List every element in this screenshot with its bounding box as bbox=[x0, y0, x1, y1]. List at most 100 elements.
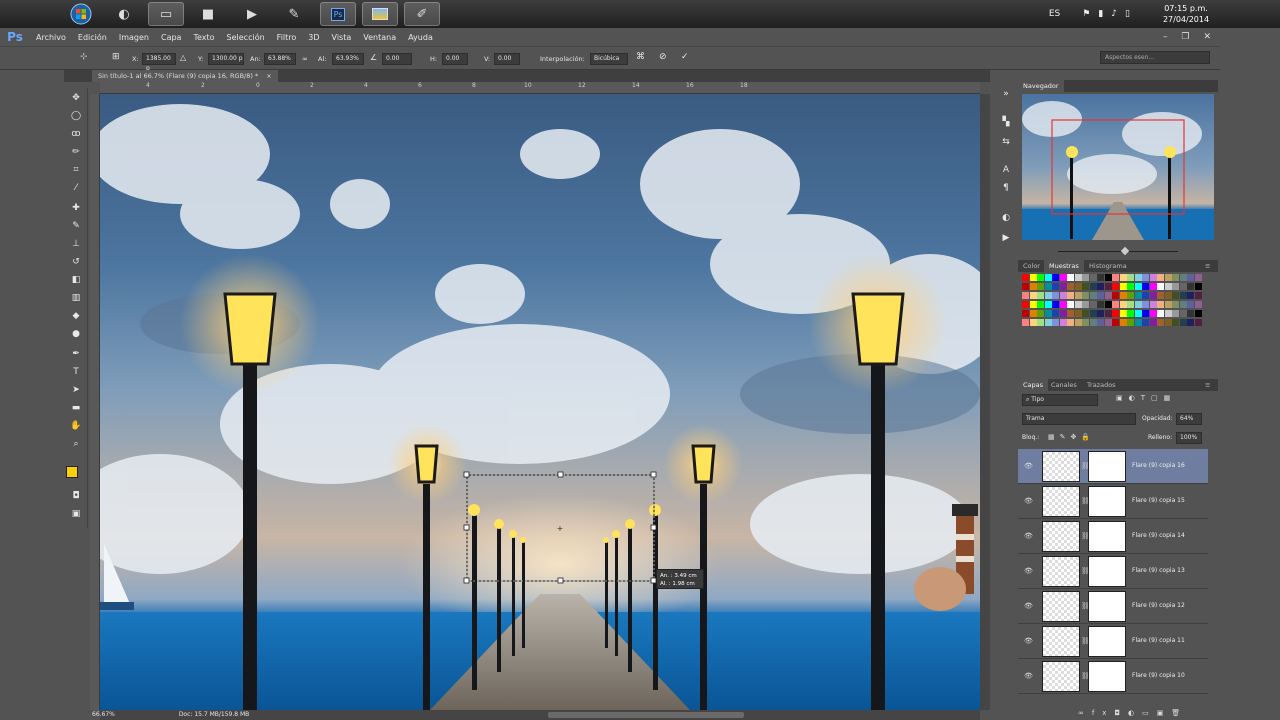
swatch[interactable] bbox=[1052, 301, 1059, 308]
swatch[interactable] bbox=[1074, 310, 1082, 317]
swatch[interactable] bbox=[1187, 283, 1194, 290]
swatch[interactable] bbox=[1179, 319, 1187, 326]
opacity-field[interactable]: 64% bbox=[1176, 413, 1202, 425]
swatch[interactable] bbox=[1172, 274, 1179, 281]
swatch[interactable] bbox=[1112, 292, 1119, 299]
relative-position-icon[interactable]: △ bbox=[180, 53, 186, 62]
swatch[interactable] bbox=[1082, 292, 1089, 299]
eraser-tool-icon[interactable]: ◧ bbox=[70, 274, 82, 286]
swatch[interactable] bbox=[1119, 310, 1127, 317]
dodge-tool-icon[interactable]: ● bbox=[70, 328, 82, 340]
layers-footer-icons[interactable]: ∞fx◘◐▭▣🗑 bbox=[1078, 709, 1188, 717]
scrollbar-thumb[interactable] bbox=[548, 712, 744, 718]
pen-tool-icon[interactable]: ✒ bbox=[70, 348, 82, 360]
swatch[interactable] bbox=[1194, 274, 1202, 281]
shape-tool-icon[interactable]: ▬ bbox=[70, 402, 82, 414]
swatch[interactable] bbox=[1164, 292, 1172, 299]
image-viewer-icon[interactable] bbox=[362, 2, 398, 26]
x-field[interactable]: 1385.00 p bbox=[142, 53, 176, 72]
navigator-preview[interactable] bbox=[1022, 94, 1214, 240]
swatch[interactable] bbox=[1172, 292, 1179, 299]
swatch[interactable] bbox=[1037, 283, 1044, 290]
swatch[interactable] bbox=[1044, 292, 1052, 299]
swatch[interactable] bbox=[1164, 301, 1172, 308]
swatch[interactable] bbox=[1022, 310, 1029, 317]
swatch[interactable] bbox=[1029, 301, 1037, 308]
swatch[interactable] bbox=[1164, 283, 1172, 290]
swatch[interactable] bbox=[1194, 319, 1202, 326]
swatch[interactable] bbox=[1194, 310, 1202, 317]
swatch[interactable] bbox=[1127, 310, 1134, 317]
swatch[interactable] bbox=[1097, 292, 1104, 299]
app-icon-1[interactable]: ◐ bbox=[106, 2, 142, 26]
menu-edicion[interactable]: Edición bbox=[72, 33, 113, 42]
media-player-icon[interactable]: ▶ bbox=[234, 2, 270, 26]
swatch[interactable] bbox=[1097, 301, 1104, 308]
swatch[interactable] bbox=[1089, 310, 1097, 317]
swatch[interactable] bbox=[1059, 274, 1067, 281]
swatch[interactable] bbox=[1029, 292, 1037, 299]
swatch[interactable] bbox=[1164, 274, 1172, 281]
foreground-color-swatch[interactable] bbox=[66, 466, 78, 478]
tab-paths[interactable]: Trazados bbox=[1082, 379, 1121, 391]
swatch[interactable] bbox=[1044, 283, 1052, 290]
swatch[interactable] bbox=[1179, 292, 1187, 299]
swatch[interactable] bbox=[1134, 274, 1142, 281]
swatch[interactable] bbox=[1179, 274, 1187, 281]
swatch[interactable] bbox=[1022, 274, 1029, 281]
swatch[interactable] bbox=[1067, 274, 1074, 281]
transform-tool-icon[interactable]: ⊹ bbox=[80, 52, 88, 62]
layer-mask-thumbnail[interactable] bbox=[1088, 451, 1126, 482]
show-desktop[interactable] bbox=[1216, 0, 1280, 28]
swatch[interactable] bbox=[1179, 310, 1187, 317]
layer-name[interactable]: Flare (9) copia 16 bbox=[1132, 462, 1185, 469]
menu-ventana[interactable]: Ventana bbox=[357, 33, 402, 42]
menu-ayuda[interactable]: Ayuda bbox=[402, 33, 439, 42]
swatch[interactable] bbox=[1074, 301, 1082, 308]
swatch[interactable] bbox=[1134, 310, 1142, 317]
interpolation-select[interactable]: Bicúbica bbox=[590, 53, 628, 65]
warp-mode-icon[interactable]: ⌘ bbox=[636, 52, 645, 62]
menu-texto[interactable]: Texto bbox=[187, 33, 220, 42]
visibility-eye-icon[interactable]: 👁 bbox=[1024, 567, 1034, 575]
swatch[interactable] bbox=[1187, 310, 1194, 317]
workspace-select[interactable]: Aspectos esen... bbox=[1100, 51, 1210, 64]
layer-mask-thumbnail[interactable] bbox=[1088, 591, 1126, 622]
layer-mask-thumbnail[interactable] bbox=[1088, 556, 1126, 587]
swatch[interactable] bbox=[1074, 274, 1082, 281]
swatch[interactable] bbox=[1052, 283, 1059, 290]
layer-mask-thumbnail[interactable] bbox=[1088, 521, 1126, 552]
y-field[interactable]: 1300.00 p bbox=[208, 53, 244, 65]
swatch[interactable] bbox=[1037, 292, 1044, 299]
close-icon[interactable]: ✕ bbox=[1203, 32, 1211, 42]
swatch[interactable] bbox=[1187, 319, 1194, 326]
swatch[interactable] bbox=[1112, 301, 1119, 308]
visibility-eye-icon[interactable]: 👁 bbox=[1024, 672, 1034, 680]
swatch[interactable] bbox=[1112, 310, 1119, 317]
swatch[interactable] bbox=[1119, 319, 1127, 326]
swatch[interactable] bbox=[1157, 274, 1164, 281]
layer-mask-thumbnail[interactable] bbox=[1088, 661, 1126, 692]
doc-info[interactable]: Doc: 15.7 MB/159.8 MB bbox=[179, 711, 249, 718]
swatch[interactable] bbox=[1119, 283, 1127, 290]
swatch[interactable] bbox=[1029, 283, 1037, 290]
fill-field[interactable]: 100% bbox=[1176, 432, 1202, 444]
visibility-eye-icon[interactable]: 👁 bbox=[1024, 497, 1034, 505]
swatch[interactable] bbox=[1142, 283, 1149, 290]
zoom-tool-icon[interactable]: ⌕ bbox=[70, 438, 82, 450]
swatch[interactable] bbox=[1157, 301, 1164, 308]
minimize-icon[interactable]: – bbox=[1163, 32, 1168, 42]
layer-name[interactable]: Flare (9) copia 14 bbox=[1132, 532, 1185, 539]
menu-capa[interactable]: Capa bbox=[155, 33, 187, 42]
layer-mask-thumbnail[interactable] bbox=[1088, 486, 1126, 517]
commit-transform-icon[interactable]: ✓ bbox=[681, 52, 689, 62]
type-tool-icon[interactable]: T bbox=[70, 366, 82, 378]
swatch[interactable] bbox=[1044, 310, 1052, 317]
swatch[interactable] bbox=[1112, 283, 1119, 290]
swatch[interactable] bbox=[1142, 274, 1149, 281]
link-icon[interactable]: ∞ bbox=[302, 55, 308, 63]
swatch[interactable] bbox=[1097, 319, 1104, 326]
swatch-grid[interactable] bbox=[1022, 274, 1204, 330]
layer-row[interactable]: 👁 ⛓ Flare (9) copia 16 bbox=[1018, 449, 1208, 484]
menu-vista[interactable]: Vista bbox=[326, 33, 358, 42]
